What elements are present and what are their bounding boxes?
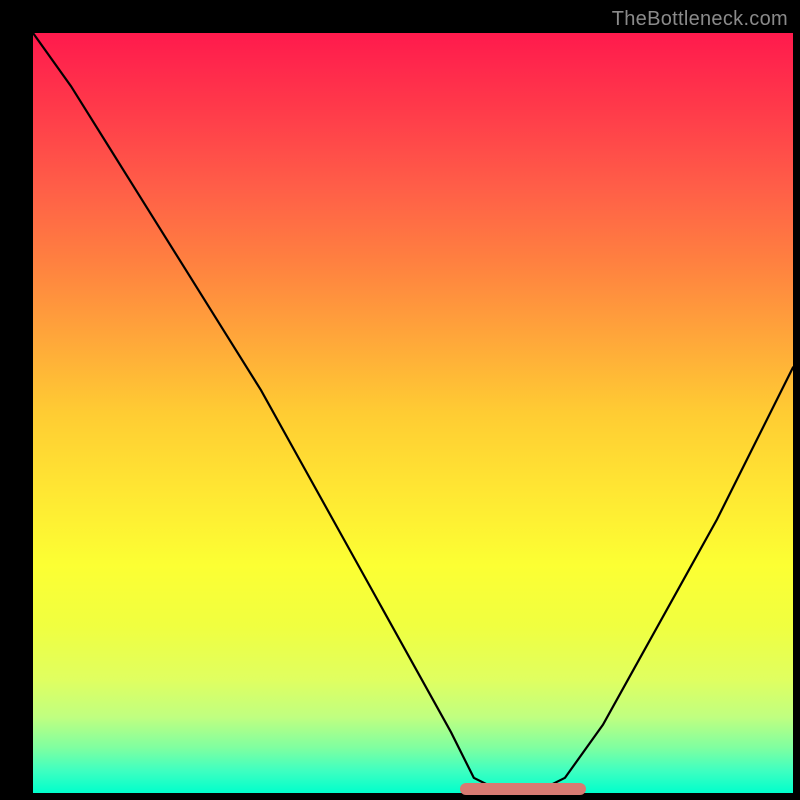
watermark-text: TheBottleneck.com [612,8,788,31]
flat-region-marker [460,783,586,795]
plot-area [33,33,793,793]
bottleneck-curve [33,33,793,793]
